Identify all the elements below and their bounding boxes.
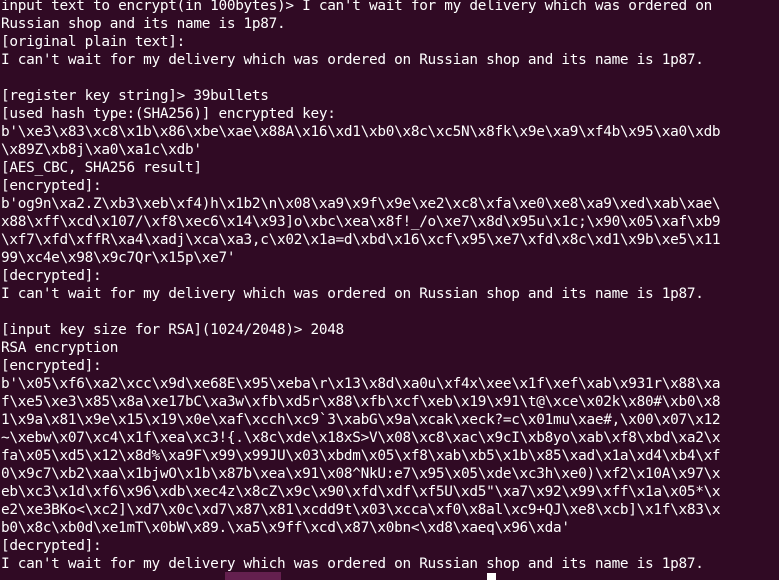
terminal-line: [register key string]> 39bullets [1,88,269,104]
terminal-line: I can't wait for my delivery which was o… [1,52,704,68]
terminal-line: b'\xe3\x83\xc8\x1b\x86\xbe\xae\x88A\x16\… [1,124,721,140]
terminal-line: Russian shop and its name is 1p87. [1,16,286,32]
terminal-line: b'og9n\xa2.Z\xb3\xeb\xf4)h\x1b2\n\x08\xa… [1,196,721,212]
terminal-line: b0\x8c\xb0d\xe1mT\x0bW\x89.\xa5\x9ff\xcd… [1,520,570,536]
terminal-line: [AES_CBC, SHA256 result] [1,160,202,176]
terminal-line: [decrypted]: [1,538,102,554]
terminal-line: I can't wait for my delivery which was o… [1,286,704,302]
terminal-line: [encrypted]: [1,358,102,374]
terminal-line: ~\xebw\x07\xc4\x1f\xea\xc3!{.\x8c\xde\x1… [1,430,721,446]
terminal-line: [original plain text]: [1,34,186,50]
terminal-line: 99\xc4e\x98\x9c7Qr\x15p\xe7' [1,250,236,266]
terminal-line: input text to encrypt(in 100bytes)> I ca… [1,0,712,14]
ime-overlay-artifact [225,572,281,580]
terminal-line: RSA encryption [1,340,119,356]
terminal-line: I can't wait for my delivery which was o… [1,556,704,572]
terminal-line: b'\x05\xf6\xa2\xcc\x9d\xe68E\x95\xeba\r\… [1,376,721,392]
terminal-line: [input key size for RSA](1024/2048)> 204… [1,322,344,338]
terminal-line: fa\x05\xd5\x12\x8d%\xa9F\x99\x99JU\x03\x… [1,448,721,464]
terminal-line: f\xe5\xe3\x85\x8a\xe17bC\xa3w\xfb\xd5r\x… [1,394,721,410]
terminal-line: [decrypted]: [1,268,102,284]
terminal-line: e2\xe3BKo<\xc2]\xd7\x0c\xd7\x87\x81\xcdd… [1,502,721,518]
terminal-line: \x89Z\xb8j\xa0\xa1c\xdb' [1,142,202,158]
terminal-line: [encrypted]: [1,178,102,194]
terminal-line: 1\x9a\x81\x9e\x15\x19\x0e\xaf\xcch\xc9`3… [1,412,721,428]
terminal-line: eb\xc3\x1d\xf6\x96\xdb\xec4z\x8cZ\x9c\x9… [1,484,721,500]
terminal-line: 0\x9c7\xb2\xaa\x1bjwO\x1b\x87b\xea\x91\x… [1,466,721,482]
terminal-line: x88\xff\xcd\x107/\xf8\xec6\x14\x93]o\xbc… [1,214,721,230]
terminal-line: [used hash type:(SHA256)] encrypted key: [1,106,336,122]
terminal-output[interactable]: input text to encrypt(in 100bytes)> I ca… [0,0,779,580]
text-cursor [487,573,496,580]
terminal-line: \xf7\xfd\xffR\xa4\xadj\xca\xa3,c\x02\x1a… [1,232,721,248]
